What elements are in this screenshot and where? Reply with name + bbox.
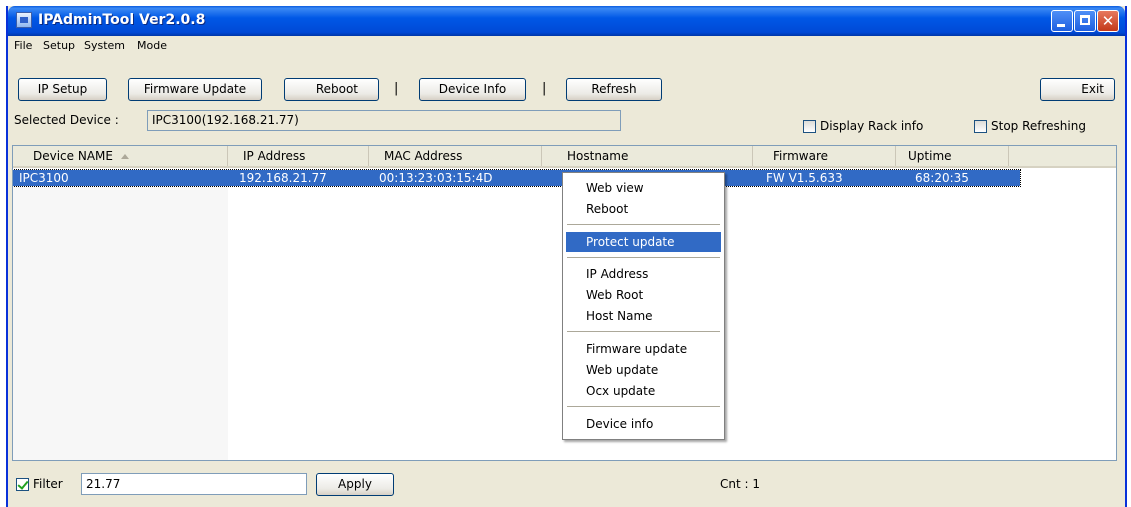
menu-item-protect-update[interactable]: Protect update [566, 232, 721, 252]
menu-item-web-view[interactable]: Web view [566, 178, 721, 198]
column-hostname[interactable]: Hostname [542, 146, 753, 166]
menu-item-web-root[interactable]: Web Root [566, 285, 721, 305]
sort-ascending-icon [120, 154, 129, 159]
menu-system[interactable]: System [84, 39, 125, 52]
menu-separator [567, 224, 720, 225]
filter-checkbox[interactable] [16, 478, 29, 491]
count-label: Cnt : 1 [720, 477, 760, 491]
toolbar-separator: | [542, 81, 547, 96]
menu-item-reboot[interactable]: Reboot [566, 199, 721, 219]
menu-separator [567, 331, 720, 332]
exit-button[interactable]: Exit [1040, 78, 1115, 101]
toolbar-separator: | [394, 81, 399, 96]
cell-mac-address: 00:13:23:03:15:4D [379, 171, 493, 185]
ip-setup-button[interactable]: IP Setup [18, 78, 107, 101]
menu-item-firmware-update[interactable]: Firmware update [566, 339, 721, 359]
menu-item-host-name[interactable]: Host Name [566, 306, 721, 326]
device-info-button[interactable]: Device Info [419, 78, 526, 101]
app-icon [16, 12, 32, 28]
selected-device-label: Selected Device : [14, 113, 119, 127]
filter-input[interactable]: 21.77 [81, 473, 307, 495]
cell-firmware: FW V1.5.633 [766, 171, 843, 185]
menu-item-ocx-update[interactable]: Ocx update [566, 381, 721, 401]
minimize-button[interactable] [1051, 10, 1073, 32]
list-header: Device NAME IP Address MAC Address Hostn… [13, 146, 1116, 168]
cell-device-name: IPC3100 [19, 171, 69, 185]
menu-separator [567, 257, 720, 258]
stop-refreshing-checkbox[interactable] [974, 120, 987, 133]
table-row[interactable]: IPC3100 192.168.21.77 00:13:23:03:15:4D … [13, 169, 1021, 187]
menu-file[interactable]: File [14, 39, 32, 52]
column-device-name[interactable]: Device NAME [13, 146, 228, 166]
close-button[interactable]: ✕ [1097, 10, 1119, 32]
close-icon: ✕ [1101, 12, 1115, 30]
display-rack-info-label: Display Rack info [820, 119, 924, 133]
menu-setup[interactable]: Setup [43, 39, 75, 52]
menu-mode[interactable]: Mode [137, 39, 167, 52]
menu-item-ip-address[interactable]: IP Address [566, 264, 721, 284]
filter-label: Filter [33, 477, 63, 491]
column-mac-address[interactable]: MAC Address [369, 146, 542, 166]
menu-bar: File Setup System Mode [8, 37, 1125, 55]
stop-refreshing-label: Stop Refreshing [991, 119, 1086, 133]
display-rack-info-checkbox[interactable] [803, 120, 816, 133]
context-menu: Web view Reboot Protect update IP Addres… [562, 172, 725, 440]
maximize-button[interactable] [1074, 10, 1096, 32]
selected-device-field: IPC3100(192.168.21.77) [147, 110, 621, 131]
cell-ip-address: 192.168.21.77 [239, 171, 327, 185]
column-uptime[interactable]: Uptime [896, 146, 1009, 166]
column-device-name-label: Device NAME [33, 149, 113, 163]
cell-hostname [553, 170, 559, 186]
firmware-update-button[interactable]: Firmware Update [128, 78, 262, 101]
menu-item-device-info[interactable]: Device info [566, 414, 721, 434]
reboot-button[interactable]: Reboot [284, 78, 379, 101]
minimize-icon [1057, 24, 1065, 27]
window-title: IPAdminTool Ver2.0.8 [38, 12, 206, 28]
list-column-background [13, 170, 228, 460]
menu-item-web-update[interactable]: Web update [566, 360, 721, 380]
column-firmware[interactable]: Firmware [753, 146, 896, 166]
apply-button[interactable]: Apply [316, 473, 394, 496]
cell-uptime: 68:20:35 [915, 171, 969, 185]
refresh-button[interactable]: Refresh [566, 78, 662, 101]
column-ip-address[interactable]: IP Address [228, 146, 369, 166]
maximize-icon [1080, 15, 1090, 25]
title-bar[interactable]: IPAdminTool Ver2.0.8 ✕ [8, 6, 1125, 36]
menu-separator [567, 406, 720, 407]
